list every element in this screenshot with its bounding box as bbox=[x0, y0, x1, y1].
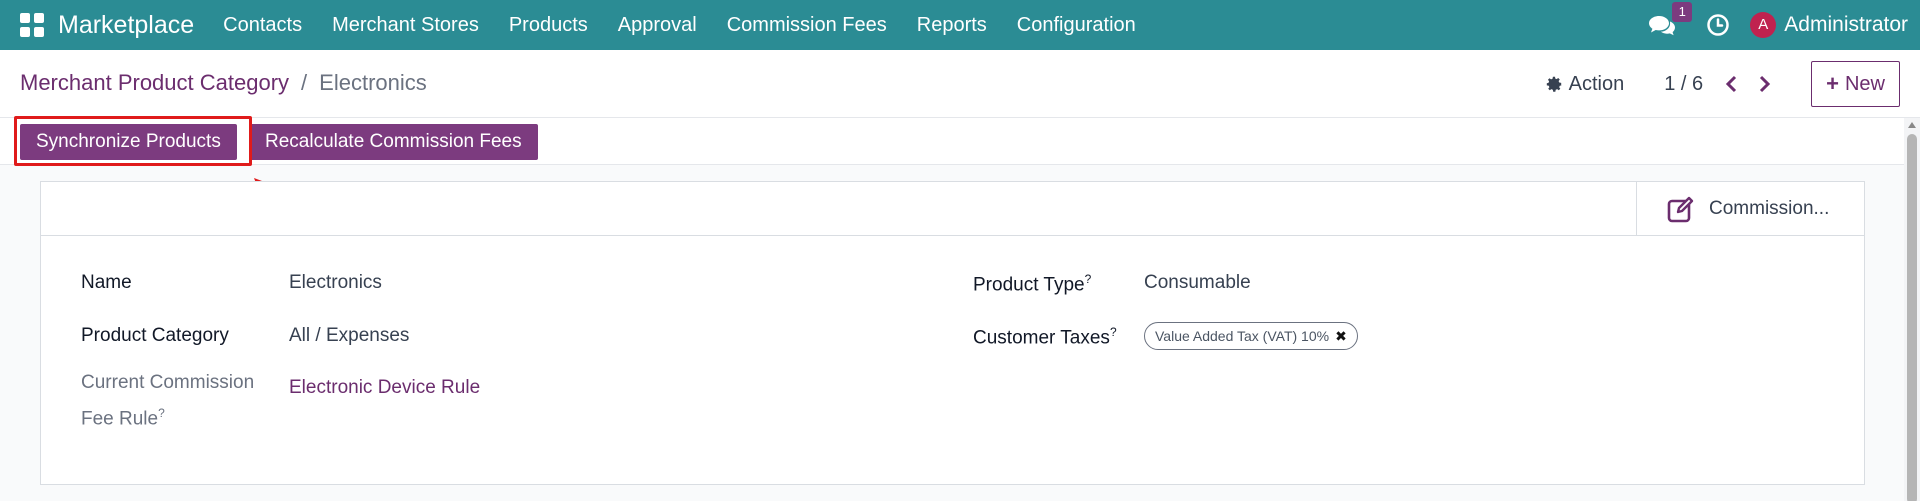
action-label: Action bbox=[1568, 72, 1625, 95]
name-value[interactable]: Electronics bbox=[289, 272, 382, 294]
form-statusbar: Synchronize Products Recalculate Commiss… bbox=[0, 118, 1904, 165]
scroll-up-icon[interactable] bbox=[1908, 122, 1916, 128]
pager-previous-button[interactable] bbox=[1721, 72, 1741, 96]
user-avatar[interactable]: A bbox=[1750, 12, 1777, 38]
action-menu-button[interactable]: Action bbox=[1545, 72, 1625, 96]
new-button-label: New bbox=[1844, 72, 1885, 95]
commission-smart-button[interactable]: Commission... bbox=[1636, 182, 1864, 236]
edit-icon bbox=[1667, 196, 1694, 223]
menu-item-approval[interactable]: Approval bbox=[603, 0, 712, 50]
breadcrumb-parent-link[interactable]: Merchant Product Category bbox=[20, 70, 289, 96]
menu-item-reports[interactable]: Reports bbox=[902, 0, 1002, 50]
app-brand[interactable]: Marketplace bbox=[58, 11, 194, 40]
main-menu: Contacts Merchant Stores Products Approv… bbox=[208, 0, 1151, 50]
menu-item-configuration[interactable]: Configuration bbox=[1002, 0, 1151, 50]
pager-value[interactable]: 1 / 6 bbox=[1664, 73, 1703, 96]
vertical-scrollbar[interactable] bbox=[1904, 118, 1920, 501]
product-type-label-text: Product Type bbox=[973, 274, 1085, 296]
breadcrumb: Merchant Product Category / Electronics bbox=[20, 70, 427, 96]
recalculate-commission-fees-button[interactable]: Recalculate Commission Fees bbox=[249, 124, 538, 160]
menu-item-commission-fees[interactable]: Commission Fees bbox=[712, 0, 902, 50]
smart-button-box: Commission... bbox=[41, 182, 1864, 236]
tax-tag: Value Added Tax (VAT) 10% ✖ bbox=[1144, 322, 1358, 350]
chevron-right-icon bbox=[1760, 75, 1771, 93]
highlight-annotation-box bbox=[14, 116, 252, 166]
gear-icon bbox=[1546, 76, 1562, 92]
help-tooltip-icon[interactable]: ? bbox=[1085, 272, 1092, 286]
user-menu-name[interactable]: Administrator bbox=[1784, 13, 1908, 37]
customer-taxes-label: Customer Taxes? bbox=[973, 325, 1117, 349]
activity-clock-icon[interactable] bbox=[1706, 13, 1730, 37]
menu-item-merchant-stores[interactable]: Merchant Stores bbox=[317, 0, 494, 50]
breadcrumb-separator: / bbox=[301, 70, 308, 95]
product-type-label: Product Type? bbox=[973, 272, 1091, 296]
commission-fee-rule-label: Current Commission Fee Rule? bbox=[81, 368, 254, 434]
form-sheet: Commission... Name Electronics Product C… bbox=[40, 181, 1865, 485]
plus-icon: + bbox=[1826, 71, 1839, 96]
commission-fee-rule-label-line1: Current Commission bbox=[81, 372, 255, 393]
help-tooltip-icon[interactable]: ? bbox=[158, 406, 165, 420]
breadcrumb-current: Electronics bbox=[319, 70, 427, 95]
product-type-value[interactable]: Consumable bbox=[1144, 272, 1251, 294]
pager-next-button[interactable] bbox=[1755, 72, 1775, 96]
control-panel: Merchant Product Category / Electronics … bbox=[0, 50, 1920, 118]
tax-tag-label: Value Added Tax (VAT) 10% bbox=[1155, 328, 1330, 344]
apps-menu-icon[interactable] bbox=[20, 13, 44, 37]
product-category-label: Product Category bbox=[81, 325, 229, 346]
commission-fee-rule-link[interactable]: Electronic Device Rule bbox=[289, 377, 480, 399]
menu-item-products[interactable]: Products bbox=[494, 0, 603, 50]
chevron-left-icon bbox=[1726, 75, 1737, 93]
top-navbar: Marketplace Contacts Merchant Stores Pro… bbox=[0, 0, 1920, 50]
scrollbar-thumb[interactable] bbox=[1907, 134, 1917, 501]
commission-fee-rule-label-line2: Fee Rule bbox=[81, 408, 159, 430]
chat-count-badge: 1 bbox=[1672, 2, 1693, 22]
name-label: Name bbox=[81, 272, 132, 293]
commission-smart-button-label: Commission... bbox=[1709, 198, 1830, 219]
customer-taxes-label-text: Customer Taxes bbox=[973, 327, 1110, 349]
product-category-value[interactable]: All / Expenses bbox=[289, 325, 409, 347]
control-panel-actions: Action 1 / 6 + New bbox=[1545, 61, 1900, 107]
remove-tag-icon[interactable]: ✖ bbox=[1335, 328, 1347, 345]
chat-icon[interactable]: 1 bbox=[1648, 2, 1693, 36]
new-record-button[interactable]: + New bbox=[1811, 61, 1900, 107]
navbar-systray: 1 A Administrator bbox=[1648, 0, 1920, 50]
help-tooltip-icon[interactable]: ? bbox=[1110, 325, 1117, 339]
menu-item-contacts[interactable]: Contacts bbox=[208, 0, 317, 50]
